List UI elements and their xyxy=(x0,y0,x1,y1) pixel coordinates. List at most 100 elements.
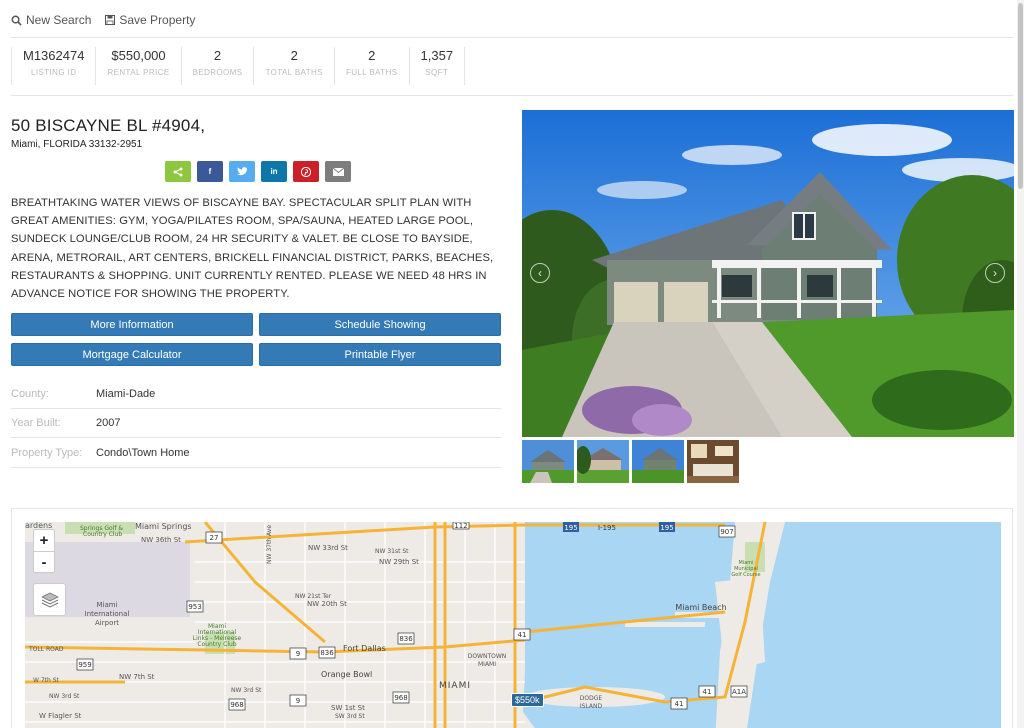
svg-text:112: 112 xyxy=(454,522,467,530)
map-label: Miami xyxy=(96,601,117,609)
property-map[interactable]: 27 112 195 I-195 195 907 953 836 9 836 4… xyxy=(25,522,1001,728)
carousel-next-button[interactable]: › xyxy=(985,263,1005,283)
photo-thumbnail[interactable] xyxy=(522,440,574,483)
linkedin-share-button[interactable]: in xyxy=(261,161,287,182)
svg-text:907: 907 xyxy=(720,528,733,536)
stat-bedrooms: 2 BEDROOMS xyxy=(180,47,254,85)
scrollbar-thumb[interactable] xyxy=(1018,3,1023,189)
pinterest-icon xyxy=(301,166,311,177)
map-label: ISLAND xyxy=(580,703,603,710)
svg-text:9: 9 xyxy=(296,697,300,705)
svg-text:9: 9 xyxy=(296,650,300,658)
chevron-left-icon: ‹ xyxy=(538,266,542,280)
map-label: W Flagler St xyxy=(39,712,82,720)
search-icon xyxy=(11,15,22,26)
map-label: SW 1st St xyxy=(331,704,365,712)
facebook-share-button[interactable]: f xyxy=(197,161,223,182)
stat-listing-id: M1362474 LISTING ID xyxy=(11,47,95,85)
share-buttons: f in xyxy=(165,161,351,182)
map-label: DODGE xyxy=(580,695,603,702)
detail-value: Condo\Town Home xyxy=(96,446,190,459)
detail-value: 2007 xyxy=(96,416,121,429)
svg-text:968: 968 xyxy=(230,701,243,709)
svg-text:I-195: I-195 xyxy=(598,524,616,532)
map-label: Airport xyxy=(95,619,119,627)
map-layers-button[interactable] xyxy=(33,583,66,616)
map-label: MIAMI xyxy=(478,661,496,668)
email-icon xyxy=(332,167,344,176)
more-information-button[interactable]: More Information xyxy=(11,313,253,336)
detail-key: County: xyxy=(11,387,49,400)
address-line1: 50 BISCAYNE BL #4904, xyxy=(11,116,206,135)
map-label: NW 21st Ter xyxy=(295,593,332,600)
photo-thumbnail[interactable] xyxy=(577,440,629,483)
svg-text:195: 195 xyxy=(660,524,673,532)
map-label: Country Club xyxy=(83,531,122,538)
property-description: BREATHTAKING WATER VIEWS OF BISCAYNE BAY… xyxy=(11,197,494,301)
map-label: NW 29th St xyxy=(379,558,419,566)
stat-full-baths: 2 FULL BATHS xyxy=(333,47,409,85)
detail-row-year-built: Year Built: 2007 xyxy=(11,408,501,438)
save-property-label: Save Property xyxy=(119,13,196,27)
svg-text:959: 959 xyxy=(78,661,91,669)
detail-key: Year Built: xyxy=(11,416,61,429)
floppy-disk-icon xyxy=(105,15,116,25)
divider xyxy=(11,95,1013,96)
listing-stats: M1362474 LISTING ID $550,000 RENTAL PRICE … xyxy=(11,47,466,85)
twitter-icon xyxy=(237,167,247,176)
stat-rental-price: $550,000 RENTAL PRICE xyxy=(95,47,180,85)
svg-text:A1A: A1A xyxy=(732,688,746,696)
linkedin-icon: in xyxy=(270,167,278,176)
twitter-share-button[interactable] xyxy=(229,161,255,182)
map-label: Golf Course xyxy=(731,572,760,578)
map-label: Orange Bowl xyxy=(321,670,372,679)
share-button[interactable] xyxy=(165,161,191,182)
stat-sqft: 1,357 SQFT xyxy=(408,47,466,85)
photo-thumbnail[interactable] xyxy=(632,440,684,483)
page-scrollbar[interactable] xyxy=(1017,0,1024,728)
map-price-pin[interactable]: $550k xyxy=(511,693,544,707)
share-icon xyxy=(173,167,183,176)
map-label: SW 3rd St xyxy=(335,713,365,720)
printable-flyer-button[interactable]: Printable Flyer xyxy=(259,343,501,366)
email-share-button[interactable] xyxy=(325,161,351,182)
map-label: TOLL ROAD xyxy=(28,646,64,653)
schedule-showing-button[interactable]: Schedule Showing xyxy=(259,313,501,336)
carousel-prev-button[interactable]: ‹ xyxy=(530,263,550,283)
divider xyxy=(11,37,1013,38)
save-property-link[interactable]: Save Property xyxy=(105,13,195,27)
map-label: Country Club xyxy=(197,641,236,648)
top-actions: New Search Save Property xyxy=(11,13,195,27)
svg-text:836: 836 xyxy=(399,635,413,643)
map-label: Miami Springs xyxy=(135,522,192,531)
map-label: NW 33rd St xyxy=(308,544,348,552)
pinterest-share-button[interactable] xyxy=(293,161,319,182)
detail-row-property-type: Property Type: Condo\Town Home xyxy=(11,438,501,468)
map-label: NW 37th Ave xyxy=(266,525,273,564)
zoom-out-button[interactable]: - xyxy=(34,551,54,572)
address-line2: Miami, FLORIDA 33132-2951 xyxy=(11,139,143,150)
zoom-in-button[interactable]: + xyxy=(34,530,54,551)
map-container: 27 112 195 I-195 195 907 953 836 9 836 4… xyxy=(11,508,1013,728)
new-search-link[interactable]: New Search xyxy=(11,13,91,27)
new-search-label: New Search xyxy=(26,13,92,27)
svg-text:968: 968 xyxy=(394,694,407,702)
photo-thumbnail[interactable] xyxy=(687,440,739,483)
map-label: NW 3rd St xyxy=(231,687,262,694)
property-photo[interactable] xyxy=(522,110,1014,437)
map-label: Fort Dallas xyxy=(343,644,386,653)
map-label: NW 36th St xyxy=(141,536,181,544)
map-label: MIAMI xyxy=(439,681,471,691)
map-label: NW 31st St xyxy=(375,548,409,555)
layers-icon xyxy=(40,592,59,608)
photo-thumbnails xyxy=(522,440,739,483)
map-label: NW 3rd St xyxy=(49,693,80,700)
svg-text:953: 953 xyxy=(188,603,201,611)
svg-text:41: 41 xyxy=(703,688,712,696)
map-label: NW 20th St xyxy=(307,600,347,608)
facebook-icon: f xyxy=(208,167,212,176)
mortgage-calculator-button[interactable]: Mortgage Calculator xyxy=(11,343,253,366)
map-label: DOWNTOWN xyxy=(468,653,507,660)
detail-row-county: County: Miami-Dade xyxy=(11,379,501,409)
stat-total-baths: 2 TOTAL BATHS xyxy=(253,47,333,85)
